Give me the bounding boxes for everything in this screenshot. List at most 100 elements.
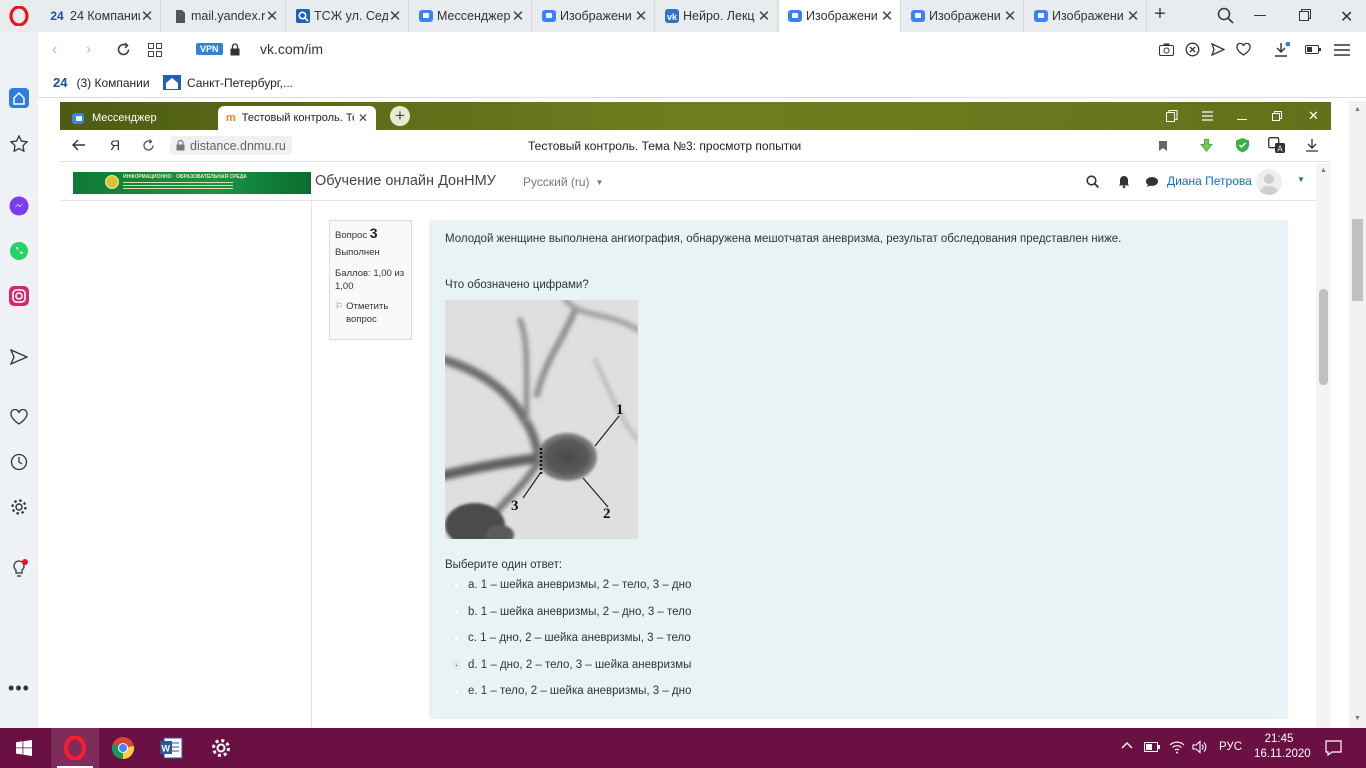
user-menu-caret-icon[interactable]: ▼ (1297, 175, 1305, 184)
yandex-logo-icon[interactable]: Я (110, 137, 120, 153)
send-icon[interactable] (1211, 43, 1225, 56)
option-a[interactable]: a. 1 – шейка аневризмы, 2 – тело, 3 – дн… (453, 579, 691, 591)
inner-scrollbar[interactable]: ▲ (1316, 163, 1331, 728)
battery-icon[interactable] (1305, 45, 1321, 54)
reload-icon[interactable] (116, 42, 131, 57)
new-tab-button[interactable]: + (1150, 3, 1170, 27)
flag-question-link[interactable]: ⚐ Отметить вопрос (335, 300, 406, 326)
messages-icon[interactable] (1145, 176, 1159, 188)
taskbar-settings-gear-icon[interactable] (197, 728, 245, 768)
outer-scrollbar[interactable]: ▲ ▼ (1349, 101, 1366, 728)
radio-button-selected[interactable] (453, 661, 460, 669)
option-b[interactable]: b. 1 – шейка аневризмы, 2 – дно, 3 – тел… (453, 606, 691, 618)
start-windows-icon[interactable] (0, 728, 48, 768)
favorites-heart-icon[interactable] (9, 407, 29, 427)
search-icon[interactable] (1086, 175, 1099, 188)
taskbar-chrome-icon[interactable] (99, 728, 147, 768)
close-icon[interactable]: ✕ (757, 7, 771, 25)
option-e[interactable]: e. 1 – тело, 2 – шейка аневризмы, 3 – дн… (453, 685, 691, 697)
bookmark-spb[interactable]: Санкт-Петербург,... (163, 75, 293, 90)
close-icon[interactable]: ✕ (1126, 7, 1140, 25)
close-icon[interactable]: ✕ (388, 7, 402, 25)
scroll-up-arrow-icon[interactable]: ▲ (1354, 106, 1361, 113)
close-window-icon[interactable]: ✕ (1340, 7, 1353, 27)
back-icon[interactable]: ‹ (52, 41, 57, 59)
tab-images-active[interactable]: Изображени ✕ (780, 0, 901, 32)
tab-tszh[interactable]: ТСЖ ул. Сед ✕ (288, 0, 409, 32)
option-c[interactable]: c. 1 – дно, 2 – шейка аневризмы, 3 – тел… (453, 632, 691, 644)
tabs-grid-icon[interactable] (148, 43, 162, 57)
instagram-icon[interactable] (9, 286, 29, 306)
back-arrow-icon[interactable] (72, 139, 86, 151)
menu-icon[interactable] (1334, 44, 1350, 56)
settings-gear-icon[interactable] (9, 497, 29, 517)
minimize-icon[interactable] (1254, 15, 1266, 16)
radio-button[interactable] (453, 687, 460, 695)
camera-icon[interactable] (1159, 43, 1174, 56)
translate-icon[interactable]: A (1268, 137, 1286, 154)
download-icon[interactable] (1274, 42, 1290, 58)
close-icon[interactable]: ✕ (511, 7, 525, 25)
tray-wifi-icon[interactable] (1169, 740, 1185, 754)
tab-mail[interactable]: mail.yandex.r ✕ (165, 0, 286, 32)
downloads-icon[interactable] (1306, 139, 1318, 152)
tab-companies[interactable]: 24 24 Компании ✕ (40, 0, 161, 32)
history-icon[interactable] (9, 452, 29, 472)
url-field[interactable]: vk.com/im (260, 41, 323, 57)
messenger-icon[interactable] (9, 196, 29, 216)
close-icon[interactable]: ✕ (265, 7, 279, 25)
extension-download-icon[interactable] (1199, 138, 1214, 153)
restore-icon[interactable] (1272, 111, 1282, 121)
close-icon[interactable]: ✕ (880, 7, 894, 25)
close-window-icon[interactable]: ✕ (1308, 108, 1319, 124)
close-icon[interactable]: ✕ (634, 7, 648, 25)
bookmark-icon[interactable] (1158, 140, 1168, 152)
reload-icon[interactable] (142, 139, 155, 152)
tray-battery-icon[interactable] (1144, 742, 1160, 752)
close-icon[interactable]: ✕ (140, 7, 154, 25)
tab-images-2[interactable]: Изображени ✕ (903, 0, 1024, 32)
vpn-badge[interactable]: VPN (196, 43, 223, 55)
close-icon[interactable]: ✕ (1003, 7, 1017, 25)
tray-clock[interactable]: 21:45 16.11.2020 (1254, 732, 1311, 762)
url-pill[interactable]: distance.dnmu.ru (170, 136, 292, 155)
whatsapp-icon[interactable] (9, 241, 29, 261)
taskbar-word-icon[interactable]: W (147, 728, 195, 768)
scrollbar-thumb[interactable] (1319, 289, 1328, 385)
search-tabs-icon[interactable] (1217, 7, 1234, 24)
ytab-test[interactable]: m Тестовый контроль. Те ✕ (218, 106, 376, 130)
opera-logo-icon[interactable] (9, 6, 29, 26)
language-menu[interactable]: Русский (ru) ▼ (523, 175, 603, 189)
restore-icon[interactable] (1299, 9, 1311, 21)
tray-volume-icon[interactable] (1192, 740, 1208, 754)
heart-icon[interactable] (1236, 43, 1251, 56)
tab-images-1[interactable]: Изображени ✕ (534, 0, 655, 32)
speed-dial-icon[interactable] (9, 134, 29, 154)
ytab-messenger[interactable]: Мессенджер (64, 106, 214, 130)
new-tab-button[interactable]: + (390, 106, 410, 126)
forward-icon[interactable]: › (86, 41, 91, 59)
radio-button[interactable] (453, 634, 460, 642)
tab-messenger[interactable]: Мессенджер ✕ (411, 0, 532, 32)
minimize-icon[interactable] (1237, 119, 1247, 120)
taskbar-opera-icon[interactable] (51, 728, 99, 768)
notifications-icon[interactable] (1325, 740, 1342, 756)
site-name[interactable]: Обучение онлайн ДонНМУ (315, 173, 496, 189)
tray-chevron-up-icon[interactable] (1121, 741, 1133, 749)
flow-icon[interactable] (9, 347, 29, 367)
scroll-down-arrow-icon[interactable]: ▼ (1354, 715, 1361, 722)
bell-icon[interactable] (1118, 175, 1130, 188)
shield-icon[interactable] (1235, 137, 1250, 153)
tray-language[interactable]: РУС (1219, 741, 1242, 753)
radio-button[interactable] (453, 608, 460, 616)
radio-button[interactable] (453, 581, 460, 589)
scroll-up-arrow-icon[interactable]: ▲ (1320, 167, 1327, 174)
blocker-icon[interactable] (1185, 42, 1200, 57)
tab-images-3[interactable]: Изображени ✕ (1026, 0, 1147, 32)
user-name[interactable]: Диана Петрова (1167, 174, 1252, 188)
avatar[interactable] (1256, 169, 1282, 195)
option-d[interactable]: d. 1 – дно, 2 – тело, 3 – шейка аневризм… (453, 659, 691, 671)
home-icon[interactable] (9, 88, 29, 108)
tips-bulb-icon[interactable] (9, 559, 29, 579)
menu-icon[interactable] (1202, 111, 1213, 121)
